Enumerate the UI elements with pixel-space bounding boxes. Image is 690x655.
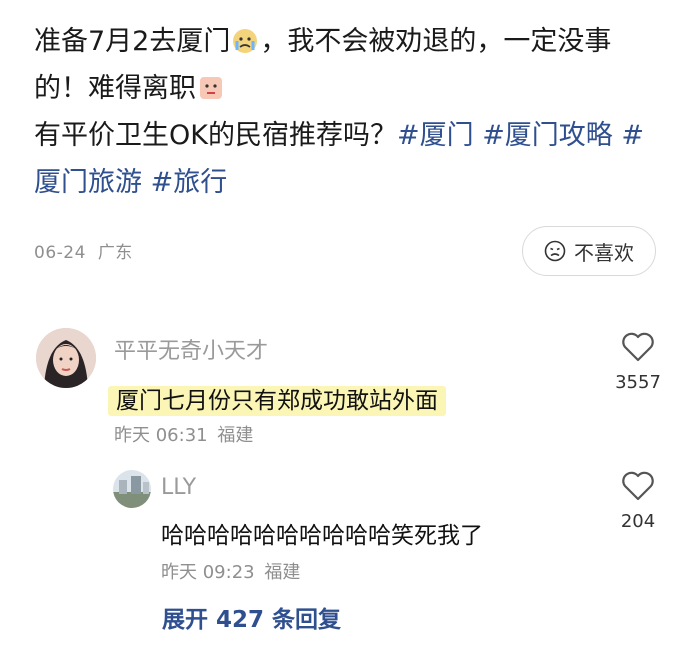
comment-text-highlight: 厦门七月份只有郑成功敢站外面 bbox=[108, 386, 446, 416]
like-count: 3557 bbox=[615, 372, 661, 393]
avatar[interactable] bbox=[36, 328, 96, 388]
sad-face-icon bbox=[544, 240, 566, 262]
reply-avatar-image bbox=[113, 470, 151, 508]
reply-avatar[interactable] bbox=[113, 470, 151, 508]
post-date: 06-24 bbox=[34, 243, 86, 263]
comment-username[interactable]: 平平无奇小天才 bbox=[114, 333, 268, 365]
heart-icon[interactable] bbox=[621, 332, 655, 362]
post-text-line1: 准备7月2去厦门 bbox=[34, 26, 231, 57]
comment-text: 厦门七月份只有郑成功敢站外面 bbox=[108, 381, 446, 416]
comment-meta: 昨天 06:31 福建 bbox=[114, 421, 253, 447]
expand-replies-button[interactable]: 展开 427 条回复 bbox=[162, 600, 341, 634]
reply-meta: 昨天 09:23 福建 bbox=[161, 558, 300, 584]
hashtag-xiamen[interactable]: #厦门 bbox=[397, 120, 474, 151]
dislike-button[interactable]: 不喜欢 bbox=[522, 226, 656, 276]
avatar-image bbox=[36, 328, 96, 388]
comment-time: 昨天 06:31 bbox=[114, 425, 208, 446]
reply-like-count: 204 bbox=[620, 511, 656, 532]
heart-icon[interactable] bbox=[621, 471, 655, 501]
reply-like[interactable]: 204 bbox=[603, 471, 673, 532]
post-body: 准备7月2去厦门 ，我不会被劝退的，一定没事的！难得离职 有平价卫生OK的民宿推荐… bbox=[34, 18, 664, 206]
reply-username[interactable]: LLY bbox=[161, 475, 196, 500]
comment-like[interactable]: 3557 bbox=[603, 332, 673, 393]
hashtag-xiamen-guide[interactable]: #厦门攻略 bbox=[482, 120, 613, 151]
reply-text: 哈哈哈哈哈哈哈哈哈哈笑死我了 bbox=[161, 523, 483, 549]
hashtag-travel[interactable]: #旅行 bbox=[151, 167, 228, 198]
post-meta: 06-24 广东 bbox=[34, 238, 133, 263]
reply-time: 昨天 09:23 bbox=[161, 562, 255, 583]
sticker-emoji-icon bbox=[200, 77, 222, 99]
crying-emoji-icon bbox=[233, 29, 258, 53]
reply-location: 福建 bbox=[264, 562, 301, 583]
post-location: 广东 bbox=[97, 243, 133, 263]
comment-location: 福建 bbox=[217, 425, 254, 446]
dislike-label: 不喜欢 bbox=[574, 240, 634, 265]
post-question: 有平价卫生OK的民宿推荐吗？ bbox=[34, 120, 397, 151]
